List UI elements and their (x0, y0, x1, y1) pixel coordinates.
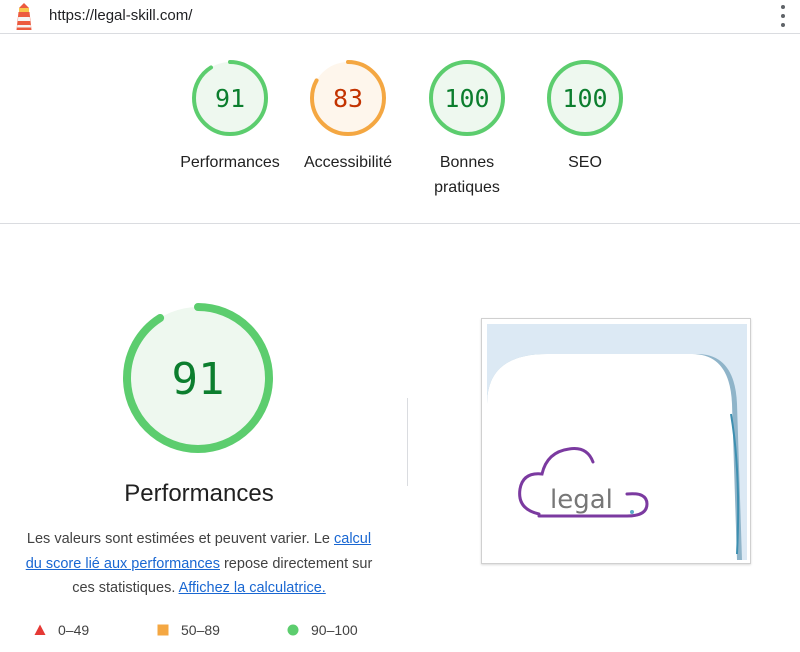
square-icon (157, 624, 169, 636)
svg-text:legal: legal (550, 485, 613, 515)
legend-fail: 0–49 (34, 622, 89, 638)
gauge-label: Performances (180, 154, 280, 171)
gauge-accessibilit-[interactable]: 83 Accessibilité (283, 58, 413, 175)
gauge-label-line2: pratiques (434, 179, 500, 196)
gauge-bonnes-pratiques[interactable]: 100 Bonnes pratiques (402, 58, 532, 200)
performance-gauge-score: 91 (172, 354, 225, 405)
gauge-label: Accessibilité (303, 154, 393, 171)
gauge-seo[interactable]: 100 SEO (520, 58, 650, 175)
gauge-ring: 100 (429, 60, 505, 136)
legend-pass: 90–100 (287, 622, 358, 638)
gauge-accessibilit--score: 83 (333, 84, 363, 113)
gauge-label-line1: Bonnes (439, 154, 495, 171)
legend-pass-label: 90–100 (311, 622, 358, 638)
performance-title: Performances (124, 480, 274, 507)
score-summary: 91 Performances 83 Accessibilité 100 Bonnes pr… (0, 34, 800, 224)
legend-average: 50–89 (157, 622, 220, 638)
page-screenshot[interactable]: legal (481, 318, 751, 564)
triangle-icon (34, 624, 46, 635)
gauge-seo-score: 100 (562, 84, 607, 113)
circle-icon (287, 624, 299, 636)
vertical-divider (407, 398, 408, 486)
calculator-link[interactable]: Affichez la calculatrice. (179, 580, 326, 596)
gauge-performances[interactable]: 91 Performances (165, 58, 295, 175)
gauge-label: SEO (568, 154, 602, 171)
legend-fail-label: 0–49 (58, 622, 90, 638)
performance-description: Les valeurs sont estimées et peuvent var… (18, 527, 380, 601)
gauge-ring: 91 (192, 60, 268, 136)
page-url: https://legal-skill.com/ (49, 7, 193, 24)
gauge-ring: 100 (547, 60, 623, 136)
screenshot-image: legal (487, 324, 747, 560)
lighthouse-icon (16, 3, 32, 30)
legend-average-label: 50–89 (181, 622, 220, 638)
gauge-ring: 83 (310, 60, 386, 136)
gauge-label: Bonnes pratiques (402, 150, 532, 200)
performance-gauge: 91 (123, 303, 273, 453)
gauge-performances-score: 91 (215, 84, 245, 113)
top-bar: https://legal-skill.com/ (0, 0, 800, 34)
more-vertical-icon[interactable] (776, 5, 790, 27)
desc-text-1: Les valeurs sont estimées et peuvent var… (26, 531, 334, 547)
gauge-bonnes-pratiques-score: 100 (444, 84, 489, 113)
